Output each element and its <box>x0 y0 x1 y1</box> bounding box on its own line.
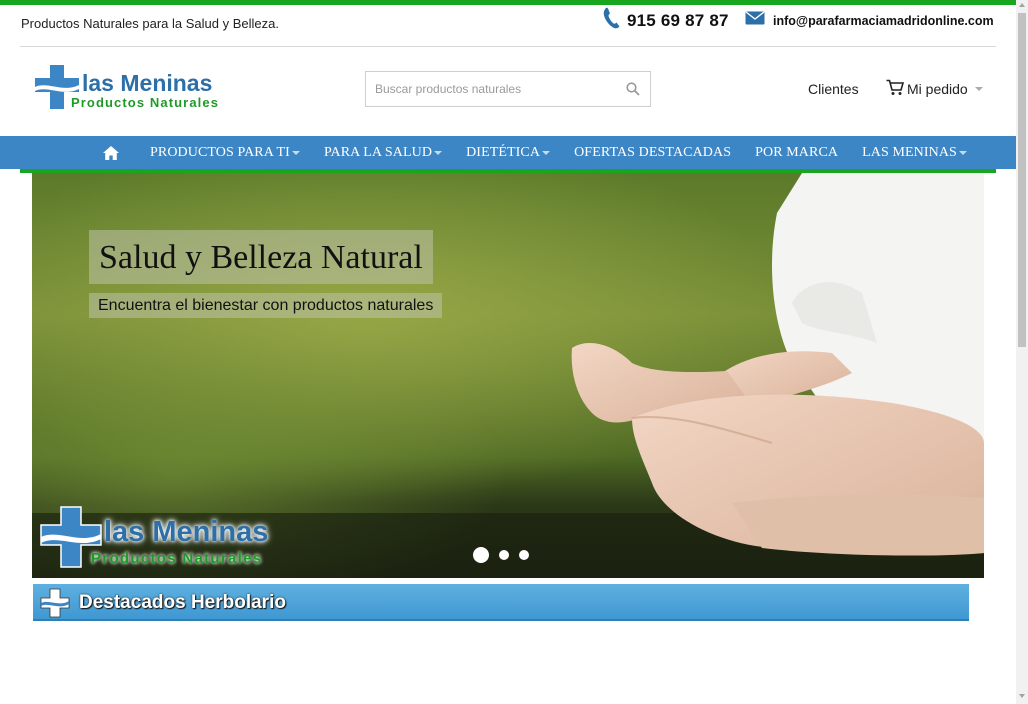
site-tagline: Productos Naturales para la Salud y Bell… <box>21 16 279 31</box>
slider-dot-2[interactable] <box>499 550 509 560</box>
chevron-down-icon <box>974 87 983 91</box>
phone-icon <box>603 7 621 34</box>
section-title: Destacados Herbolario <box>79 592 286 613</box>
phone-number: 915 69 87 87 <box>627 10 729 30</box>
cart-label: Mi pedido <box>907 81 968 97</box>
nav-label: PARA LA SALUD <box>323 144 433 160</box>
search-input[interactable] <box>366 72 606 106</box>
nav-productos-para-ti[interactable]: PRODUCTOS PARA TI <box>150 145 300 161</box>
nav-label: OFERTAS DESTACADAS <box>574 144 732 160</box>
main-navigation: PRODUCTOS PARA TI PARA LA SALUD DIETÉTIC… <box>0 136 1016 169</box>
logo-title: las Meninas <box>82 70 213 96</box>
email-contact[interactable]: info@parafarmaciamadridonline.com <box>745 11 994 30</box>
logo-subtitle: Productos Naturales <box>71 95 220 110</box>
nav-por-marca[interactable]: POR MARCA <box>755 145 838 161</box>
slide-logo-subtitle: Productos Naturales <box>91 550 263 567</box>
nav-para-la-salud[interactable]: PARA LA SALUD <box>323 144 443 161</box>
search-icon[interactable] <box>626 82 640 96</box>
nav-las-meninas[interactable]: LAS MENINAS <box>862 145 967 161</box>
envelope-icon <box>745 11 765 30</box>
chevron-down-icon <box>291 151 300 155</box>
site-logo[interactable]: las Meninas Productos Naturales <box>33 62 238 114</box>
page-scrollbar[interactable] <box>1016 0 1028 704</box>
scroll-up-icon[interactable] <box>1019 3 1025 7</box>
section-banner: Destacados Herbolario <box>33 584 969 621</box>
cross-logo-icon <box>40 588 70 618</box>
slider-dot-3[interactable] <box>519 550 529 560</box>
site-header: las Meninas Productos Naturales Clientes… <box>0 43 1016 136</box>
phone-contact[interactable]: 915 69 87 87 <box>603 7 729 34</box>
top-bar: Productos Naturales para la Salud y Bell… <box>0 5 1016 47</box>
nav-label: DIETÉTICA <box>466 144 541 160</box>
slider-pagination <box>473 547 529 563</box>
slide-logo-title: las Meninas <box>104 516 269 548</box>
nav-label: PRODUCTOS PARA TI <box>150 144 290 160</box>
slide-title: Salud y Belleza Natural <box>89 230 433 284</box>
scrollbar-thumb[interactable] <box>1018 13 1026 347</box>
chevron-down-icon <box>958 151 967 155</box>
email-address: info@parafarmaciamadridonline.com <box>773 13 994 28</box>
nav-dietetica[interactable]: DIETÉTICA <box>466 144 551 161</box>
home-icon[interactable] <box>102 145 120 161</box>
chevron-down-icon <box>542 151 551 155</box>
chevron-down-icon <box>434 151 443 155</box>
hero-slider[interactable]: Salud y Belleza Natural Encuentra el bie… <box>32 173 984 578</box>
nav-label: POR MARCA <box>755 144 839 160</box>
clientes-link[interactable]: Clientes <box>808 81 859 97</box>
cart-menu[interactable]: Mi pedido <box>886 79 983 99</box>
cart-icon <box>886 79 905 99</box>
search-box <box>365 71 651 107</box>
nav-label: LAS MENINAS <box>862 144 957 160</box>
slide-subtitle: Encuentra el bienestar con productos nat… <box>89 293 443 318</box>
slide-watermark-logo: las Meninas Productos Naturales <box>38 504 303 574</box>
nav-ofertas-destacadas[interactable]: OFERTAS DESTACADAS <box>574 145 731 161</box>
slider-dot-1[interactable] <box>473 547 489 563</box>
scroll-down-icon[interactable] <box>1019 694 1025 698</box>
